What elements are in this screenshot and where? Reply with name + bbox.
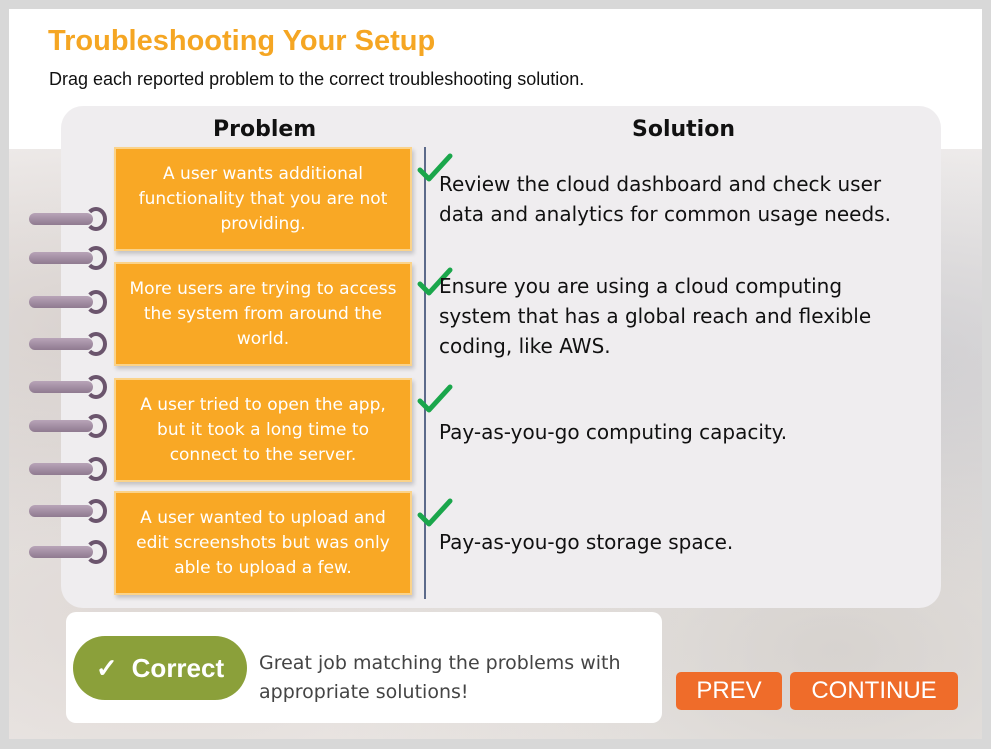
checkmark-icon bbox=[417, 384, 453, 413]
problem-column-header: Problem bbox=[213, 117, 317, 142]
instructions-text: Drag each reported problem to the correc… bbox=[49, 69, 585, 89]
problem-card-3[interactable]: A user tried to open the app, but it too… bbox=[114, 378, 412, 482]
continue-button[interactable]: CONTINUE bbox=[790, 672, 958, 710]
correct-badge: ✓ Correct bbox=[73, 636, 247, 700]
notebook-ring-icon bbox=[29, 207, 107, 231]
notebook-ring-icon bbox=[29, 414, 107, 438]
notebook-ring-icon bbox=[29, 540, 107, 564]
correct-badge-label: Correct bbox=[131, 652, 225, 683]
checkmark-icon: ✓ bbox=[95, 652, 118, 683]
notebook-ring-icon bbox=[29, 290, 107, 314]
slide-frame: Troubleshooting Your Setup Drag each rep… bbox=[9, 9, 982, 739]
notebook-ring-icon bbox=[29, 375, 107, 399]
problem-card-2[interactable]: More users are trying to access the syst… bbox=[114, 262, 412, 366]
problem-card-1[interactable]: A user wants additional functionality th… bbox=[114, 147, 412, 251]
notebook-ring-icon bbox=[29, 499, 107, 523]
problem-card-4[interactable]: A user wanted to upload and edit screens… bbox=[114, 491, 412, 595]
feedback-message: Great job matching the problems with app… bbox=[259, 652, 621, 703]
notebook-ring-icon bbox=[29, 246, 107, 270]
solution-text-3: Pay-as-you-go computing capacity. bbox=[439, 420, 788, 444]
page-title: Troubleshooting Your Setup bbox=[48, 25, 436, 57]
prev-button[interactable]: PREV bbox=[676, 672, 782, 710]
solution-text-1: Review the cloud dashboard and check use… bbox=[439, 172, 891, 226]
solution-text-2: Ensure you are using a cloud computing s… bbox=[439, 274, 872, 358]
solution-column-header: Solution bbox=[632, 117, 735, 142]
solution-text-4: Pay-as-you-go storage space. bbox=[439, 530, 734, 554]
notebook-ring-icon bbox=[29, 332, 107, 356]
notebook-ring-icon bbox=[29, 457, 107, 481]
